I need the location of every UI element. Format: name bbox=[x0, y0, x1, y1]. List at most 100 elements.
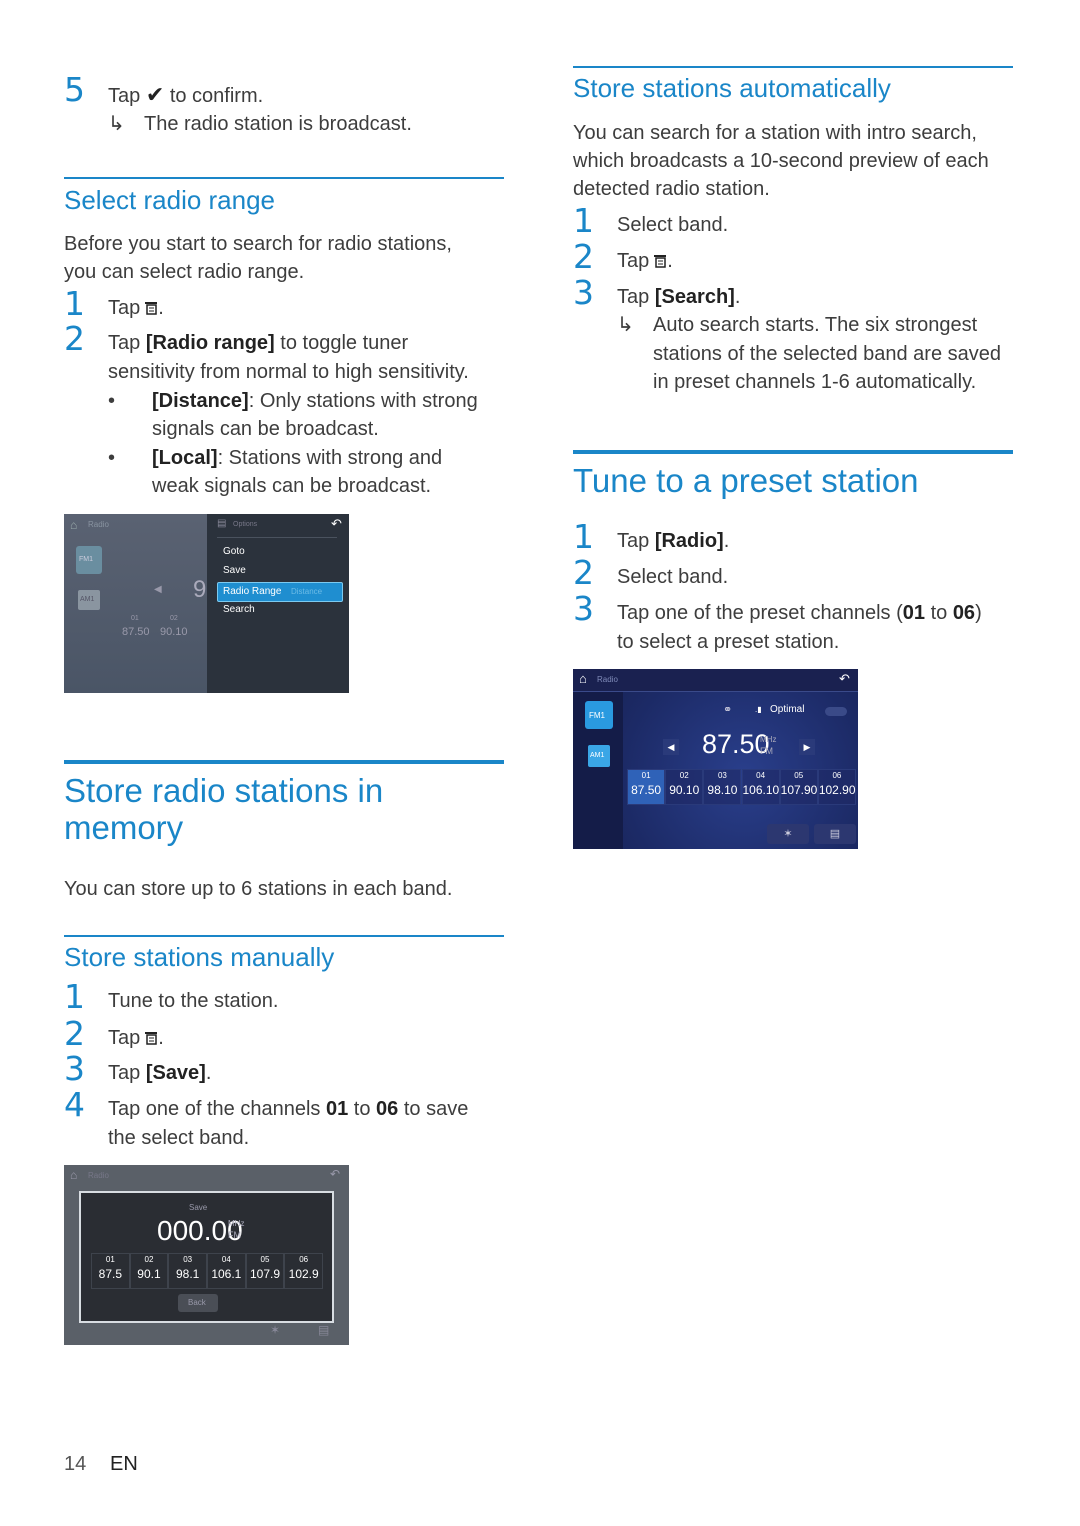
preset-number: 01 bbox=[131, 615, 139, 622]
channel-number: 01 bbox=[902, 602, 925, 624]
home-icon: ⌂ bbox=[70, 518, 78, 532]
options-button[interactable]: ▤ bbox=[814, 824, 856, 844]
result-cont: stations of the selected band are saved bbox=[653, 343, 1002, 365]
tap-label: Tap bbox=[108, 1062, 141, 1084]
band-label: AM1 bbox=[590, 752, 605, 759]
channel-number: 06 bbox=[376, 1098, 399, 1120]
preset-number: 01 bbox=[641, 771, 651, 780]
options-icon: ▤ bbox=[217, 518, 227, 529]
band-fm-button[interactable]: FM1 bbox=[585, 701, 613, 729]
preset-number: 02 bbox=[170, 615, 178, 622]
menu-item-radio-range[interactable]: Radio Range Distance bbox=[217, 582, 343, 602]
options-menu-screenshot: ⌂ Radio FM1 AM1 ◀ 9 01 87.50 02 90.10 ▤ … bbox=[64, 514, 349, 693]
punctuation: . bbox=[723, 530, 730, 552]
preset-value: 87.50 bbox=[122, 626, 150, 638]
step-text-part: to bbox=[930, 602, 948, 624]
step-text-cont: sensitivity from normal to high sensitiv… bbox=[108, 361, 469, 383]
back-label: Back bbox=[188, 1298, 206, 1307]
step-number: 1 bbox=[64, 284, 85, 323]
paragraph-line: which broadcasts a 10-second preview of … bbox=[573, 150, 989, 172]
preset-frequency: 90.10 bbox=[669, 783, 700, 797]
bullet-icon: • bbox=[108, 447, 116, 469]
back-icon[interactable]: ↶ bbox=[839, 671, 850, 687]
menu-item-label: Radio Range bbox=[223, 586, 282, 597]
chapter-heading: memory bbox=[64, 809, 184, 846]
star-icon: ✶ bbox=[270, 1323, 281, 1337]
preset-button-06[interactable]: 06 102.90 bbox=[817, 769, 856, 805]
preset-value: 90.10 bbox=[160, 626, 188, 638]
stereo-icon: ⚭ bbox=[723, 704, 733, 716]
preset-button-01[interactable]: 01 87.50 bbox=[627, 769, 666, 805]
preset-button-05[interactable]: 05 107.9 bbox=[245, 1253, 285, 1289]
step-text: Tap [Search]. bbox=[617, 283, 740, 311]
step-rest: to toggle tuner bbox=[280, 332, 409, 354]
bullet-item: • [Local]: Stations with strong and bbox=[108, 444, 442, 472]
step-text: Tap [Radio range] to toggle tuner bbox=[108, 329, 408, 357]
step-result: ↳ The radio station is broadcast. bbox=[108, 110, 412, 138]
result-arrow-icon: ↳ bbox=[108, 113, 125, 135]
bullet-icon: • bbox=[108, 390, 116, 412]
step-text: Tap [Save]. bbox=[108, 1059, 211, 1087]
preset-button-04[interactable]: 04 106.10 bbox=[741, 769, 780, 805]
option-label: [Radio] bbox=[654, 530, 724, 552]
tap-label: Tap bbox=[108, 85, 141, 107]
preset-button-04[interactable]: 04 106.1 bbox=[207, 1253, 246, 1289]
menu-item-search[interactable]: Search bbox=[223, 604, 255, 615]
step-number: 1 bbox=[573, 201, 594, 240]
preset-button-05[interactable]: 05 107.90 bbox=[779, 769, 818, 805]
preset-number: 05 bbox=[794, 771, 804, 780]
screen-title: Radio bbox=[597, 675, 618, 684]
tap-label: Tap bbox=[108, 297, 141, 319]
punctuation: . bbox=[158, 297, 164, 319]
chapter-heading: Store radio stations in bbox=[64, 772, 384, 809]
favorite-button[interactable]: ✶ bbox=[767, 824, 809, 844]
section-heading: Select radio range bbox=[64, 185, 276, 215]
tap-label: Tap bbox=[617, 250, 650, 272]
menu-item-value: Distance bbox=[291, 587, 323, 596]
step-text: Tap one of the channels 01 to 06 to save bbox=[108, 1095, 468, 1123]
preset-button-02[interactable]: 02 90.10 bbox=[665, 769, 704, 805]
preset-button-06[interactable]: 06 102.9 bbox=[284, 1253, 323, 1289]
step-text: Select band. bbox=[617, 214, 729, 236]
prev-button[interactable]: ◀ bbox=[663, 739, 679, 755]
home-icon[interactable]: ⌂ bbox=[579, 671, 587, 686]
language-label: EN bbox=[110, 1453, 138, 1475]
menu-item-goto[interactable]: Goto bbox=[223, 546, 245, 557]
preset-button-03[interactable]: 03 98.10 bbox=[703, 769, 742, 805]
paragraph-line: detected radio station. bbox=[573, 178, 770, 200]
menu-title: Options bbox=[233, 521, 258, 528]
back-icon: ↶ bbox=[331, 516, 342, 531]
step-result: ↳ Auto search starts. The six strongest bbox=[617, 311, 977, 339]
preset-frequency: 106.10 bbox=[742, 783, 780, 797]
band-am-button[interactable]: AM1 bbox=[588, 745, 610, 767]
next-button[interactable]: ▶ bbox=[799, 739, 815, 755]
save-dialog-screenshot: ⌂ Radio ↶ Save 000.00 MHz FM 01 87.5 02 90.… bbox=[64, 1165, 349, 1345]
preset-frequency: 87.5 bbox=[98, 1267, 122, 1281]
option-label: [Search] bbox=[654, 286, 735, 308]
preset-button-01[interactable]: 01 87.5 bbox=[91, 1253, 130, 1289]
confirm-label: to confirm. bbox=[169, 85, 264, 107]
preset-number: 02 bbox=[144, 1255, 154, 1264]
punctuation: . bbox=[205, 1062, 212, 1084]
paragraph-line: you can select radio range. bbox=[64, 261, 305, 283]
band-label: FM bbox=[228, 1230, 241, 1240]
preset-number: 04 bbox=[756, 771, 766, 780]
menu-item-save[interactable]: Save bbox=[223, 565, 246, 576]
step-number: 4 bbox=[64, 1085, 85, 1124]
step-text: Select band. bbox=[617, 566, 729, 588]
step-number: 2 bbox=[573, 237, 594, 276]
back-button[interactable]: Back bbox=[178, 1294, 218, 1312]
bullet-cont: weak signals can be broadcast. bbox=[152, 475, 432, 497]
chapter-divider bbox=[573, 450, 1013, 454]
result-text: The radio station is broadcast. bbox=[144, 113, 412, 135]
band-label: AM1 bbox=[80, 596, 95, 603]
paragraph-line: You can store up to 6 stations in each b… bbox=[64, 878, 453, 900]
step-number: 3 bbox=[573, 273, 594, 312]
punctuation: . bbox=[158, 1027, 164, 1049]
preset-button-02[interactable]: 02 90.1 bbox=[129, 1253, 169, 1289]
step-text-part: to save bbox=[403, 1098, 469, 1120]
preset-button-03[interactable]: 03 98.1 bbox=[168, 1253, 207, 1289]
punctuation: . bbox=[667, 250, 673, 272]
step-number: 2 bbox=[64, 319, 85, 358]
back-icon: ↶ bbox=[330, 1167, 341, 1181]
